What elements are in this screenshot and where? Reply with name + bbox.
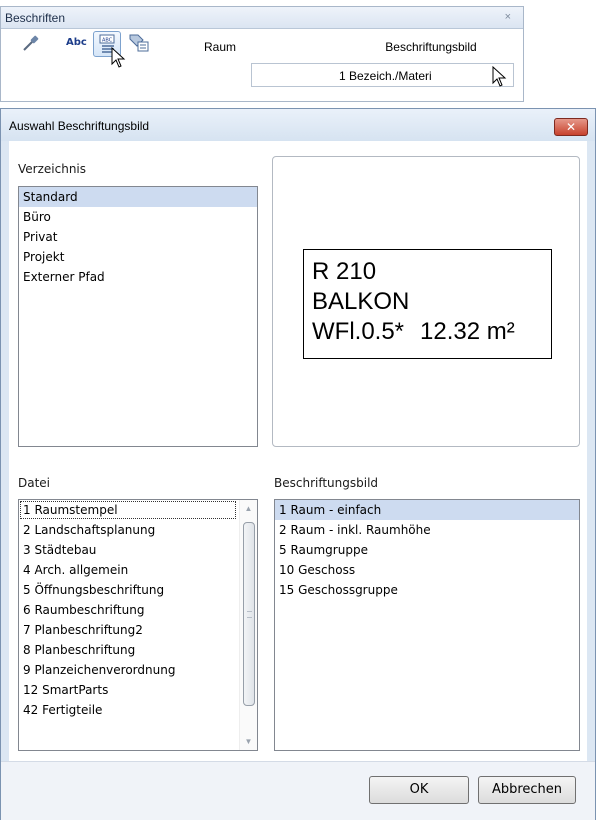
beschriften-palette: Beschriften × Abc ABC Raum Beschriftungs… [0,6,524,102]
cancel-button[interactable]: Abbrechen [478,776,576,804]
beschriftungsbild-field[interactable]: 1 Bezeich./Materi [251,63,514,87]
preview-area: 12.32 m² [420,318,515,345]
list-item[interactable]: Projekt [19,247,257,267]
list-item[interactable]: 42 Fertigteile [19,700,237,720]
scroll-up-arrow-icon[interactable]: ▲ [240,500,257,517]
datei-scrollbar[interactable]: ▲ ▼ [239,500,257,750]
ok-button[interactable]: OK [369,776,469,804]
eyedropper-icon[interactable] [21,34,39,52]
dialog-title-bar[interactable]: Auswahl Beschriftungsbild ✕ [1,109,595,141]
verzeichnis-list[interactable]: Standard Büro Privat Projekt Externer Pfad [18,186,258,447]
verzeichnis-label: Verzeichnis [18,162,86,176]
dialog-title: Auswahl Beschriftungsbild [9,119,149,133]
bild-label: Beschriftungsbild [274,476,378,490]
datei-label: Datei [18,476,50,490]
palette-title: Beschriften [5,11,65,25]
list-item[interactable]: 5 Öffnungsbeschriftung [19,580,237,600]
list-item[interactable]: Externer Pfad [19,267,257,287]
list-item[interactable]: 2 Raum - inkl. Raumhöhe [275,520,579,540]
dialog-footer: OK Abbrechen [1,761,595,820]
list-item[interactable]: 3 Städtebau [19,540,237,560]
auswahl-beschriftungsbild-dialog: Auswahl Beschriftungsbild ✕ Verzeichnis … [0,108,596,820]
list-item[interactable]: Privat [19,227,257,247]
palette-close-icon[interactable]: × [505,11,511,23]
label-preview-stamp: R 210 BALKON WFl.0.5* 12.32 m² [303,249,552,359]
list-item[interactable]: 12 SmartParts [19,680,237,700]
beschriftungsbild-list[interactable]: 1 Raum - einfach 2 Raum - inkl. Raumhöhe 5… [274,499,580,751]
palette-title-bar: Beschriften × [1,7,523,29]
preview-line-area: WFl.0.5* 12.32 m² [312,317,551,347]
beschriftungsbild-value: 1 Bezeich./Materi [339,69,432,83]
list-item[interactable]: 1 Raum - einfach [275,500,579,520]
label-tag-icon[interactable] [128,33,150,53]
text-abc-icon[interactable]: Abc [66,37,87,48]
raum-label: Raum [204,40,236,54]
list-item[interactable]: 15 Geschossgruppe [275,580,579,600]
preview-line-room-number: R 210 [312,257,551,287]
list-item[interactable]: 10 Geschoss [275,560,579,580]
list-item[interactable]: Büro [19,207,257,227]
beschriftungsbild-label: Beschriftungsbild [356,40,506,54]
scroll-thumb[interactable] [243,522,255,706]
list-item[interactable]: 2 Landschaftsplanung [19,520,237,540]
list-item[interactable]: 7 Planbeschriftung2 [19,620,237,640]
preview-panel: R 210 BALKON WFl.0.5* 12.32 m² [272,156,580,447]
list-item[interactable]: 5 Raumgruppe [275,540,579,560]
svg-text:ABC: ABC [102,38,113,44]
preview-factor: WFl.0.5* [312,318,404,345]
list-item[interactable]: 1 Raumstempel [19,500,237,520]
grip-icon [247,611,252,618]
list-item[interactable]: Standard [19,187,257,207]
list-item[interactable]: 6 Raumbeschriftung [19,600,237,620]
datei-items: 1 Raumstempel 2 Landschaftsplanung 3 Städt… [19,500,257,720]
datei-list[interactable]: 1 Raumstempel 2 Landschaftsplanung 3 Städt… [18,499,258,751]
dialog-body: Verzeichnis Standard Büro Privat Projekt Ext… [9,141,587,761]
list-item[interactable]: 8 Planbeschriftung [19,640,237,660]
list-item[interactable]: 4 Arch. allgemein [19,560,237,580]
scroll-down-arrow-icon[interactable]: ▼ [240,733,257,750]
mouse-cursor-icon [492,66,508,88]
mouse-cursor-icon [111,47,127,69]
preview-line-room-name: BALKON [312,287,551,317]
dialog-close-button[interactable]: ✕ [554,118,588,136]
list-item[interactable]: 9 Planzeichenverordnung [19,660,237,680]
